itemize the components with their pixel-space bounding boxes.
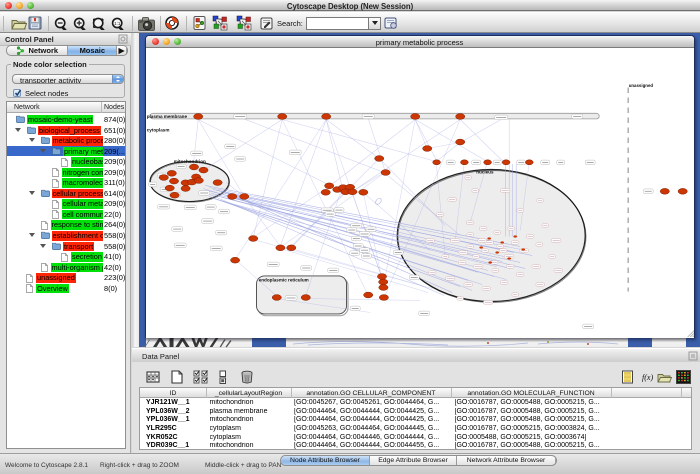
svg-text:f(x): f(x)	[642, 373, 653, 382]
svg-text:unassigned: unassigned	[628, 83, 653, 88]
svg-text:mitochondrion: mitochondrion	[173, 159, 205, 164]
svg-text:plasma membrane: plasma membrane	[146, 114, 187, 119]
svg-text:endoplasmic reticulum: endoplasmic reticulum	[258, 277, 308, 282]
svg-text:nucleus: nucleus	[476, 169, 494, 174]
svg-text:cytoplasm: cytoplasm	[146, 127, 169, 132]
svg-text:1:1: 1:1	[114, 21, 121, 26]
